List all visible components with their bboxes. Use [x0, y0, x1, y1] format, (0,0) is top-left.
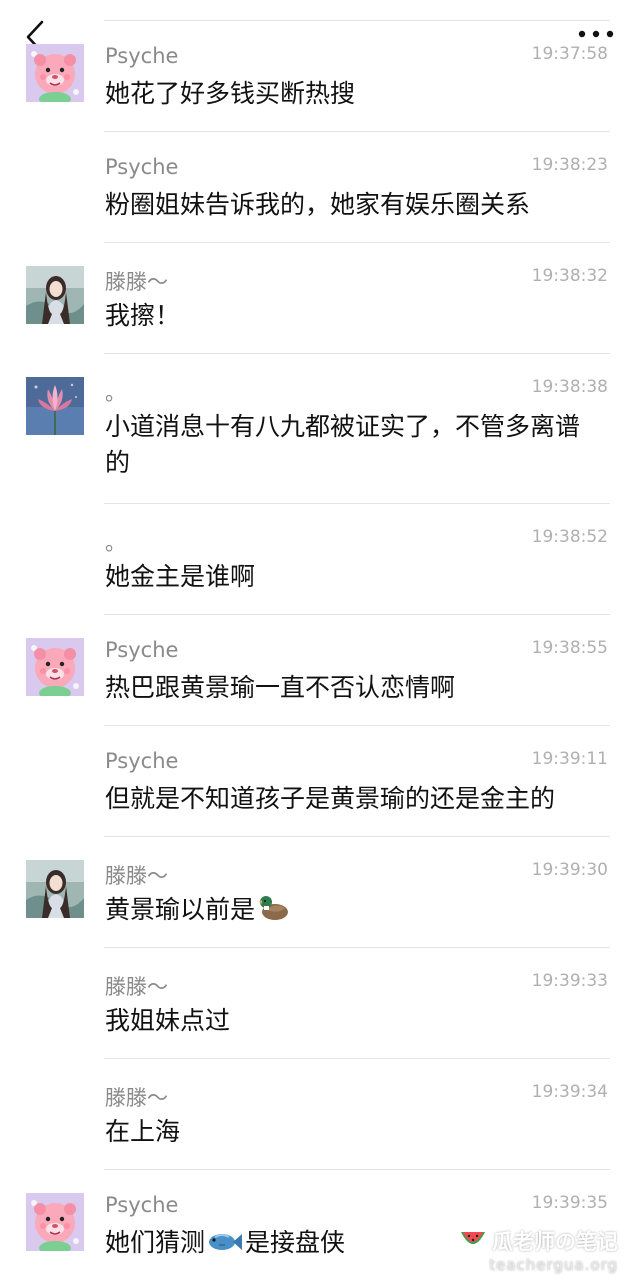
pink-cartoon-avatar	[26, 44, 84, 102]
sender-name[interactable]: 滕滕～	[105, 1082, 168, 1112]
message-item: 滕滕～ 19:38:32 我擦！	[0, 242, 636, 353]
avatar[interactable]	[26, 860, 84, 918]
message-text-part: 黄景瑜以前是	[105, 895, 256, 924]
divider	[104, 614, 610, 615]
message-text: 热巴跟黄景瑜一直不否认恋情啊	[105, 673, 456, 702]
sender-name[interactable]: 。	[105, 527, 126, 557]
message-item: Psyche 19:37:58 她花了好多钱买断热搜	[0, 20, 636, 131]
divider	[104, 1058, 610, 1059]
watermelon-icon	[461, 1232, 485, 1244]
message-text: 我姐妹点过	[105, 1006, 231, 1035]
sender-name[interactable]: Psyche	[105, 638, 178, 662]
message-item: 。 19:38:38 小道消息十有八九都被证实了，不管多离谱的	[0, 353, 636, 503]
sender-name[interactable]: 滕滕～	[105, 971, 168, 1001]
message-item: Psyche 19:38:55 热巴跟黄景瑜一直不否认恋情啊	[0, 614, 636, 725]
message-text: 但就是不知道孩子是黄景瑜的还是金主的	[105, 784, 556, 813]
message-text-part: 她们猜测	[105, 1228, 206, 1257]
message-text: 我擦！	[105, 301, 181, 330]
avatar[interactable]	[26, 266, 84, 324]
message-text: 在上海	[105, 1117, 181, 1146]
fish-emoji-icon	[207, 1229, 243, 1265]
message-item: Psyche 19:39:11 但就是不知道孩子是黄景瑜的还是金主的	[0, 725, 636, 836]
message-time: 19:39:35	[531, 1193, 608, 1213]
divider	[104, 131, 610, 132]
avatar[interactable]	[26, 377, 84, 435]
message-time: 19:39:33	[531, 971, 608, 991]
sender-name[interactable]: Psyche	[105, 1193, 178, 1217]
watermark: 瓜老师の笔记 teachergua.org	[460, 1226, 618, 1274]
message-time: 19:39:30	[531, 860, 608, 880]
pink-cartoon-avatar	[26, 638, 84, 696]
watermark-title: 瓜老师の笔记	[460, 1226, 618, 1256]
message-time: 19:37:58	[531, 44, 608, 64]
message-time: 19:39:11	[531, 749, 608, 769]
message-time: 19:38:23	[531, 155, 608, 175]
message-item: 滕滕～ 19:39:33 我姐妹点过	[0, 947, 636, 1058]
pink-cartoon-avatar	[26, 1193, 84, 1251]
girl-photo-avatar	[26, 860, 84, 918]
avatar[interactable]	[26, 1193, 84, 1251]
watermark-url: teachergua.org	[489, 1256, 618, 1274]
message-time: 19:38:52	[531, 527, 608, 547]
message-text: 黄景瑜以前是	[105, 892, 595, 932]
message-time: 19:38:32	[531, 266, 608, 286]
sender-name[interactable]: Psyche	[105, 44, 178, 68]
message-item: Psyche 19:38:23 粉圈姐妹告诉我的，她家有娱乐圈关系	[0, 131, 636, 242]
girl-photo-avatar	[26, 266, 84, 324]
sender-name[interactable]: 。	[105, 377, 126, 407]
sender-name[interactable]: 滕滕～	[105, 266, 168, 296]
duck-emoji-icon	[257, 892, 291, 932]
message-text: 她金主是谁啊	[105, 562, 256, 591]
sender-name[interactable]: Psyche	[105, 749, 178, 773]
divider	[104, 725, 610, 726]
message-time: 19:38:38	[531, 377, 608, 397]
message-text-part: 是接盘侠	[245, 1228, 346, 1257]
message-time: 19:38:55	[531, 638, 608, 658]
message-item: 。 19:38:52 她金主是谁啊	[0, 503, 636, 614]
avatar[interactable]	[26, 44, 84, 102]
avatar[interactable]	[26, 638, 84, 696]
message-text: 粉圈姐妹告诉我的，她家有娱乐圈关系	[105, 190, 531, 219]
sender-name[interactable]: 滕滕～	[105, 860, 168, 890]
message-item: 滕滕～ 19:39:34 在上海	[0, 1058, 636, 1169]
lotus-photo-avatar	[26, 377, 84, 435]
divider	[104, 1169, 610, 1170]
message-text: 她花了好多钱买断热搜	[105, 79, 356, 108]
divider	[104, 947, 610, 948]
message-item: 滕滕～ 19:39:30 黄景瑜以前是	[0, 836, 636, 947]
watermark-title-text: 瓜老师の笔记	[492, 1230, 618, 1254]
divider	[104, 353, 610, 354]
sender-name[interactable]: Psyche	[105, 155, 178, 179]
divider	[104, 242, 610, 243]
message-text: 小道消息十有八九都被证实了，不管多离谱的	[105, 412, 581, 477]
divider	[104, 836, 610, 837]
divider	[104, 20, 610, 21]
message-time: 19:39:34	[531, 1082, 608, 1102]
divider	[104, 503, 610, 504]
